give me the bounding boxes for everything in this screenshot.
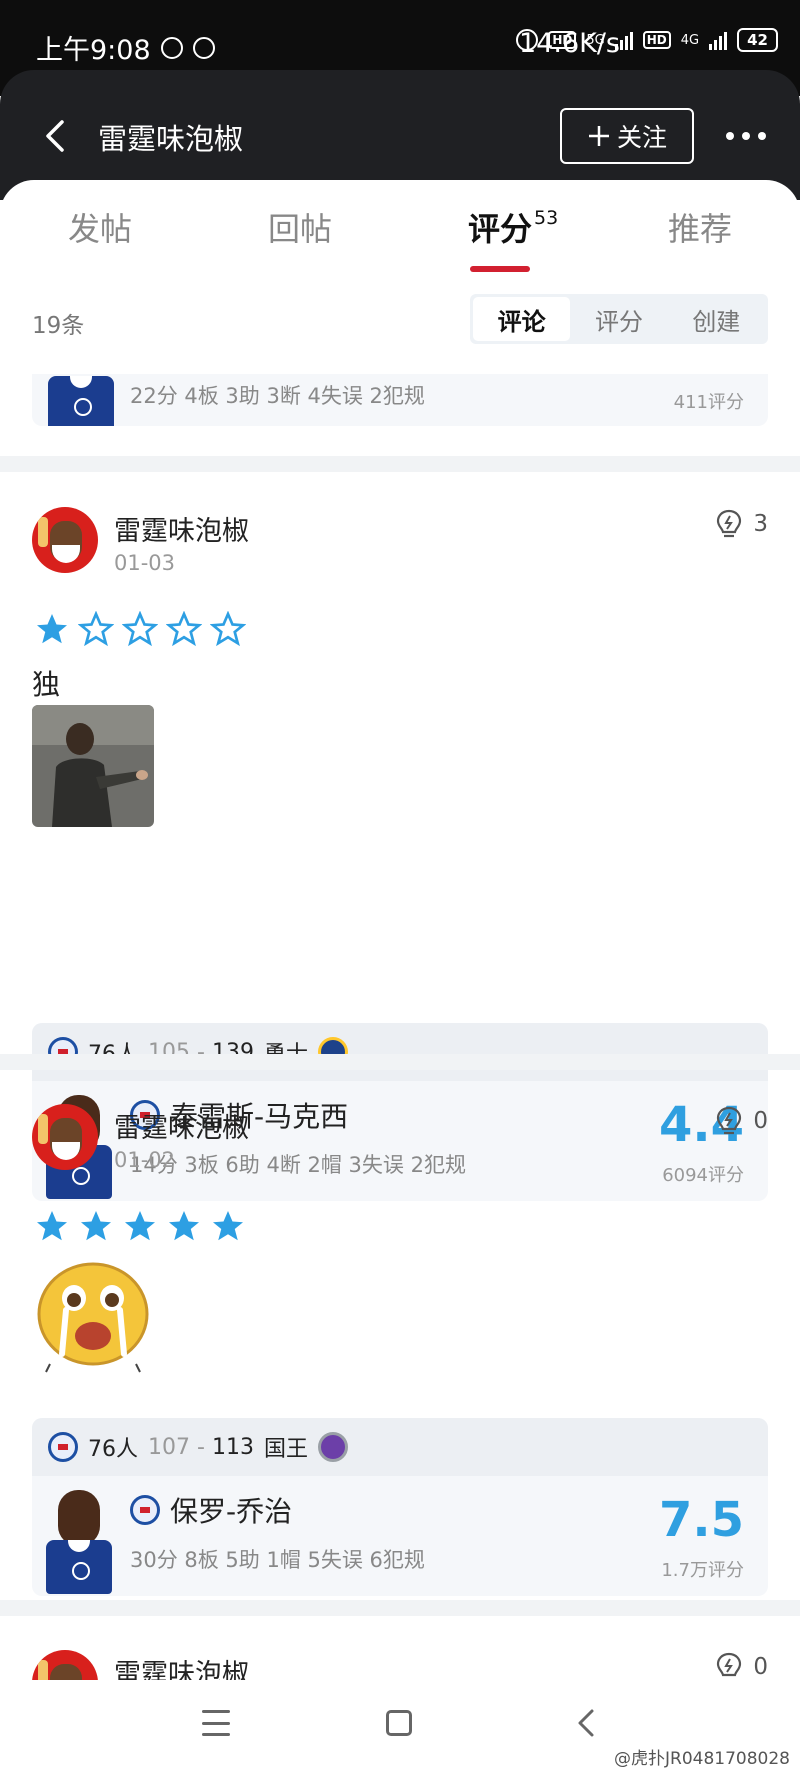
avatar[interactable] bbox=[32, 507, 98, 573]
tab-ratings[interactable]: 评分 53 bbox=[468, 204, 558, 250]
tab-bar: 发帖 回帖 评分 53 推荐 bbox=[0, 204, 800, 270]
star-rating bbox=[34, 1208, 246, 1244]
watermark: @虎扑JR0481708028 bbox=[614, 1749, 790, 1769]
player-stats: 30分 8板 5助 1帽 5失误 6犯规 bbox=[130, 1548, 425, 1572]
star-filled-icon bbox=[169, 1211, 199, 1241]
back-arrow-icon[interactable] bbox=[40, 116, 70, 156]
plus-icon bbox=[588, 126, 609, 146]
message-icon bbox=[192, 36, 215, 59]
list-item[interactable]: 雷霆味泡椒 01-02 0 76人 107 - 113 国王 保罗-乔治 30分… bbox=[0, 1104, 800, 1644]
home-team: 76人 bbox=[88, 1437, 138, 1462]
hd-icon: HD bbox=[548, 31, 577, 49]
clock: 上午9:08 bbox=[36, 35, 151, 66]
recent-apps-icon[interactable] bbox=[202, 1710, 230, 1736]
post-date: 01-02 bbox=[114, 1148, 176, 1172]
post-date: 01-03 bbox=[114, 551, 176, 575]
signal-icon bbox=[614, 30, 633, 50]
player-avatar bbox=[48, 376, 114, 426]
like-button[interactable]: 3 bbox=[715, 509, 768, 539]
sort-by-created[interactable]: 创建 bbox=[668, 297, 765, 341]
player-photo bbox=[58, 1490, 100, 1546]
follow-label: 关注 bbox=[616, 123, 667, 152]
like-count: 3 bbox=[753, 511, 768, 537]
post-text: 独 bbox=[32, 668, 61, 701]
star-rating bbox=[34, 611, 246, 647]
rating-count: 411评分 bbox=[673, 392, 744, 413]
game-score-row[interactable]: 76人 105 - 139 勇士 bbox=[32, 1023, 768, 1081]
player-jersey bbox=[46, 1540, 112, 1594]
star-filled-icon bbox=[213, 1211, 243, 1241]
signal-icon-2 bbox=[709, 30, 728, 50]
list-item[interactable]: 雷霆味泡椒 0 bbox=[0, 1650, 800, 1680]
star-empty-icon bbox=[78, 611, 114, 647]
star-filled-icon bbox=[37, 1211, 67, 1241]
sort-segmented-control: 评论 评分 创建 bbox=[470, 294, 768, 344]
content-sheet: 发帖 回帖 评分 53 推荐 19条 评论 评分 创建 22分 4板 3助 3断 … bbox=[0, 180, 800, 1680]
battery-icon: 42 bbox=[737, 28, 778, 52]
rating-count: 1.7万评分 bbox=[661, 1560, 744, 1581]
post-image[interactable] bbox=[32, 705, 154, 827]
tab-ratings-label: 评分 bbox=[468, 210, 533, 248]
player-rating-card-partial[interactable]: 22分 4板 3助 3断 4失误 2犯规 411评分 bbox=[32, 374, 768, 426]
kings-logo-icon bbox=[317, 1432, 348, 1462]
system-nav-bar: @虎扑JR0481708028 bbox=[0, 1680, 800, 1778]
tab-replies[interactable]: 回帖 bbox=[268, 204, 332, 250]
star-filled-icon bbox=[81, 1211, 111, 1241]
home-score: 107 bbox=[148, 1434, 190, 1460]
star-empty-icon bbox=[122, 611, 158, 647]
star-filled-icon bbox=[125, 1211, 155, 1241]
sixers-logo-icon bbox=[48, 1432, 78, 1462]
score-sep: - bbox=[197, 1434, 205, 1460]
player-row[interactable]: 保罗-乔治 30分 8板 5助 1帽 5失误 6犯规 7.5 1.7万评分 bbox=[32, 1476, 768, 1596]
author-name[interactable]: 雷霆味泡椒 bbox=[114, 1652, 249, 1680]
like-button[interactable]: 0 bbox=[715, 1652, 768, 1680]
lightbulb-icon bbox=[717, 1106, 742, 1135]
author-name[interactable]: 雷霆味泡椒 bbox=[114, 1106, 249, 1145]
sort-by-rating[interactable]: 评分 bbox=[570, 297, 667, 341]
away-team: 国王 bbox=[263, 1437, 308, 1462]
tab-posts[interactable]: 发帖 bbox=[68, 204, 132, 250]
star-empty-icon bbox=[210, 611, 246, 647]
alarm-icon bbox=[516, 29, 539, 51]
list-item[interactable]: 雷霆味泡椒 01-03 3 独 105 - 139 泰雷斯-马克西 14分 3板… bbox=[0, 507, 800, 1201]
like-button[interactable]: 0 bbox=[715, 1106, 768, 1136]
player-stats: 22分 4板 3助 3断 4失误 2犯规 bbox=[130, 384, 425, 408]
more-options-icon[interactable] bbox=[726, 122, 770, 150]
item-count: 19条 bbox=[32, 313, 85, 339]
notification-icon bbox=[160, 36, 183, 59]
sort-by-comments[interactable]: 评论 bbox=[473, 297, 571, 341]
home-icon[interactable] bbox=[386, 1710, 412, 1736]
player-name: 保罗-乔治 bbox=[170, 1495, 293, 1528]
sixers-logo-icon bbox=[130, 1495, 160, 1525]
star-empty-icon bbox=[166, 611, 202, 647]
like-count: 0 bbox=[753, 1108, 768, 1134]
net-type-4g: 4G bbox=[680, 32, 700, 48]
star-filled-icon bbox=[37, 614, 67, 644]
like-count: 0 bbox=[753, 1654, 768, 1680]
active-tab-indicator bbox=[470, 266, 530, 272]
back-icon[interactable] bbox=[574, 1708, 598, 1738]
tab-recommend[interactable]: 推荐 bbox=[668, 204, 732, 250]
section-divider bbox=[0, 1054, 800, 1070]
crying-emoji-sticker[interactable] bbox=[32, 1254, 154, 1376]
lightbulb-icon bbox=[717, 509, 742, 538]
avatar[interactable] bbox=[32, 1650, 98, 1680]
section-divider bbox=[0, 456, 800, 472]
game-rating-card[interactable]: 76人 107 - 113 国王 保罗-乔治 30分 8板 5助 1帽 5失误 … bbox=[32, 1418, 768, 1596]
game-score-row[interactable]: 76人 107 - 113 国王 bbox=[32, 1418, 768, 1476]
player-score: 7.5 bbox=[658, 1492, 744, 1548]
hd-icon-2: HD bbox=[642, 31, 671, 49]
away-score: 113 bbox=[211, 1434, 254, 1460]
follow-button[interactable]: 关注 bbox=[560, 108, 694, 164]
lightbulb-icon bbox=[717, 1652, 742, 1677]
net-type-5g: 5G bbox=[586, 32, 605, 48]
tab-ratings-count: 53 bbox=[534, 207, 559, 230]
section-divider bbox=[0, 1600, 800, 1616]
avatar[interactable] bbox=[32, 1104, 98, 1170]
author-name[interactable]: 雷霆味泡椒 bbox=[114, 509, 249, 548]
page-title: 雷霆味泡椒 bbox=[98, 122, 244, 156]
